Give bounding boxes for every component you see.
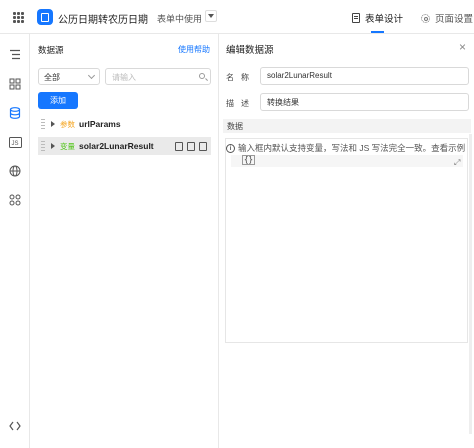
code-icon[interactable] (8, 419, 22, 433)
desc-field[interactable]: 转换结果 (260, 93, 469, 111)
editor-title: 编辑数据源 (226, 45, 274, 56)
document-icon (352, 13, 360, 23)
scrollbar[interactable] (469, 134, 472, 434)
data-section-header: 数据 (223, 119, 471, 133)
add-button[interactable]: 添加 (38, 92, 78, 109)
datasource-icon[interactable] (8, 106, 22, 120)
active-tab-indicator (371, 31, 384, 33)
chevron-down-icon (87, 71, 96, 80)
edit-icon[interactable] (175, 141, 183, 151)
outline-icon[interactable] (8, 47, 22, 61)
datasource-name: urlParams (79, 119, 121, 129)
data-editor[interactable]: i 输入框内默认支持变量，写法和 JS 写法完全一致。查看示例 {} ⤢ (225, 138, 468, 343)
close-icon[interactable]: × (459, 40, 466, 54)
type-tag: 变量 (60, 141, 75, 151)
tab-form-design-label: 表单设计 (365, 14, 404, 25)
datasource-item-urlparams[interactable]: 参数 urlParams (38, 115, 211, 133)
type-tag: 参数 (60, 119, 75, 129)
page-dropdown-button[interactable] (205, 10, 217, 22)
breadcrumb-chevron-icon: › (143, 10, 147, 22)
expand-arrow-icon[interactable] (51, 143, 55, 149)
datasource-item-solar2lunarresult[interactable]: 变量 solar2LunarResult (38, 137, 211, 155)
left-icon-bar: JS (0, 34, 30, 448)
globe-icon[interactable] (8, 164, 22, 178)
drag-handle-icon[interactable] (41, 141, 45, 151)
delete-icon[interactable] (199, 141, 207, 151)
expand-icon[interactable]: ⤢ (454, 158, 460, 168)
svg-text:JS: JS (11, 141, 18, 147)
name-field[interactable]: solar2LunarResult (260, 67, 469, 85)
code-editor[interactable]: {} (231, 155, 463, 167)
name-label: 名称 (226, 73, 256, 82)
app-grid-icon[interactable] (13, 12, 24, 23)
search-placeholder: 请输入 (112, 73, 136, 82)
search-input[interactable]: 请输入 (105, 68, 211, 85)
components-icon[interactable] (8, 77, 22, 91)
datasource-panel: 数据源 使用帮助 全部 请输入 添加 参数 urlParams 变量 solar… (30, 34, 219, 448)
info-icon: i (226, 143, 235, 153)
desc-label: 描述 (226, 99, 256, 108)
app-title: 公历日期转农历日期 (58, 15, 148, 26)
row-actions (175, 141, 207, 151)
js-icon[interactable]: JS (8, 135, 22, 149)
hint-text: i 输入框内默认支持变量，写法和 JS 写法完全一致。查看示例 (226, 142, 469, 154)
code-value: {} (242, 155, 256, 165)
page-name[interactable]: 表单中使用 (157, 12, 202, 25)
help-link[interactable]: 使用帮助 (178, 44, 210, 55)
search-icon (199, 73, 205, 79)
type-filter-select[interactable]: 全部 (38, 68, 100, 85)
datasource-title: 数据源 (38, 45, 64, 55)
plugins-icon[interactable] (8, 193, 22, 207)
datasource-name: solar2LunarResult (79, 141, 154, 151)
expand-arrow-icon[interactable] (51, 121, 55, 127)
type-filter-value: 全部 (44, 73, 60, 82)
drag-handle-icon[interactable] (41, 119, 45, 129)
app-logo-icon (37, 9, 53, 25)
hint-label[interactable]: 输入框内默认支持变量，写法和 JS 写法完全一致。查看示例 (238, 142, 465, 154)
copy-icon[interactable] (187, 141, 195, 151)
top-bar: 公历日期转农历日期 › 表单中使用 表单设计 页面设置 (0, 0, 474, 34)
gear-icon (421, 13, 430, 23)
tab-page-settings-label: 页面设置 (435, 14, 474, 25)
tab-page-settings[interactable]: 页面设置 (421, 11, 473, 25)
edit-datasource-panel: 编辑数据源 × 名称 solar2LunarResult 描述 转换结果 数据 … (219, 34, 474, 448)
tab-form-design[interactable]: 表单设计 (352, 11, 403, 25)
